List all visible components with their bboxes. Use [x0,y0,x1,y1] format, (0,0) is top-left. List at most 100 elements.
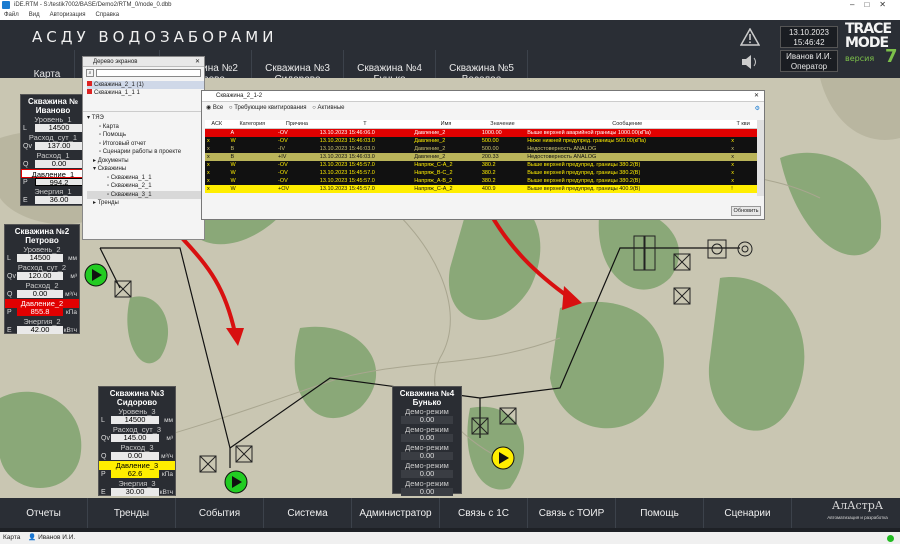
alarm-cell-tack: x [731,146,735,152]
filter-ack-radio[interactable]: ○ Требующие квитирования [229,105,307,111]
well-2-flow-value: 120.00 [17,272,63,280]
well-3-energy-value: 30.00 [111,488,159,496]
app-title: АСДУ ВОДОЗАБОРАМИ [32,28,278,46]
user-display[interactable]: Иванов И.И. Оператор [780,50,838,72]
tree-root[interactable]: ▾ ТЯЭ [87,114,204,123]
well-4-title: Скважина №4 [399,389,455,398]
link-toir-button[interactable]: Связь с ТОИР [528,498,616,528]
alarm-row[interactable]: x W -OV 13.10.2023 15:45:57.0 Напряж_С-А_2 38… [205,161,757,169]
alarm-cell-msg: Выше верхней аварийной границы 1000.00(к… [527,130,651,136]
refresh-button[interactable]: Обновить [731,206,761,216]
alarm-window-title: Скважина_2_1-2 [216,93,263,99]
settings-icon[interactable]: ⚙ [755,103,760,115]
tree-item[interactable]: Скважина_2_1 (1) [87,81,204,89]
alarm-cell-name: Напряж_А-В_2 [414,178,453,184]
status-user: Иванов И.И. [38,534,76,541]
alarm-row[interactable]: x B -IV 13.10.2023 15:46:03.0 Давление_2 500.… [205,145,757,153]
alarm-cell-t: 13.10.2023 15:45:57.0 [319,170,375,176]
alarm-window[interactable]: Скважина_2_1-2 ✕ ◉ Все ○ Требующие квити… [201,90,765,220]
alarm-cell-t: 13.10.2023 15:45:57.0 [319,186,375,192]
link-1c-button[interactable]: Связь с 1С [440,498,528,528]
tree-item[interactable]: ▫ Помощь [87,131,204,140]
well-1-location: Иваново [35,106,71,115]
tree-item[interactable]: ▫ Итоговый отчет [87,140,204,149]
well-4-value: 0.00 [401,434,453,442]
tree-search-input[interactable] [96,69,201,77]
well-1-level-value: 14500 [35,124,83,132]
well-2-panel[interactable]: Скважина №2 Петрово Уровень_2 L 14500 мм Р… [4,224,80,334]
alarm-row[interactable]: x W -OV 13.10.2023 15:45:57.0 Напряж_В-С_2 38… [205,169,757,177]
tree-item[interactable]: ▫ Скважина_1_1 [87,174,204,183]
alarm-cell-value: 500.00 [481,138,499,144]
alarm-cell-ack: x [207,178,210,184]
alarm-cell-cat: W [230,178,236,184]
well-2-energy-value: 42.00 [17,326,63,334]
alarm-cell-ack: x [207,146,210,152]
well-4-location: Бунько [412,398,442,407]
well-3-panel[interactable]: Скважина №3 Сидорово Уровень_3 L 14500 мм … [98,386,176,496]
alarm-cell-reason: -OV [278,178,288,184]
alarm-cell-tack: x [731,138,735,144]
tree-item[interactable]: ▫ Карта [87,123,204,132]
well-2-location: Петрово [25,236,59,245]
user-icon: 👤 [28,534,37,541]
tree-item[interactable]: ▫ Скважина_3_1 [87,190,204,199]
admin-button[interactable]: Администратор [352,498,440,528]
close-icon[interactable]: ✕ [754,91,759,102]
alarm-row[interactable]: x B +IV 13.10.2023 15:46:03.0 Давление_2 200.… [205,153,757,161]
tree-item[interactable]: ▸ Тренды [87,199,204,208]
well-4-panel[interactable]: Скважина №4 Бунько Демо-режим 0.00 Демо-… [392,386,462,496]
tree-window-title: Дерево экранов [93,59,138,65]
alarm-row[interactable]: x W -OV 13.10.2023 15:46:03.0 Давление_2 500.… [205,137,757,145]
reports-button[interactable]: Отчеты [0,498,88,528]
alarm-cell-name: Давление_2 [414,138,446,144]
alarm-table-header: АСК Категория Причина Т Имя Значение Соо… [205,120,757,129]
filter-all-radio[interactable]: ◉ Все [206,105,223,111]
help-button[interactable]: Помощь [616,498,704,528]
menu-auth[interactable]: Авторизация [50,10,86,20]
tree-window-titlebar[interactable]: Дерево экранов ✕ [83,57,204,67]
warning-icon[interactable] [739,27,761,49]
well-4-value: 0.00 [401,452,453,460]
close-icon[interactable]: ✕ [195,57,200,67]
well-1-pressure-value: 994.2 [35,178,83,187]
screen-tree-window[interactable]: Дерево экранов ✕ ⌕ Скважина_2_1 (1) Скваж… [82,56,205,240]
menu-view[interactable]: Вид [29,10,40,20]
alarm-cell-reason: -IV [278,146,286,152]
alarm-cell-msg: Выше верхней предупред. границы 380.2(В) [527,178,641,184]
system-button[interactable]: Система [264,498,352,528]
alarm-cell-tack: x [731,170,735,176]
alarm-cell-value: 200.33 [481,154,499,160]
search-icon[interactable]: ⌕ [86,69,94,77]
well-1-panel[interactable]: Скважина № Иваново Уровень_1 L 14500 Расх… [20,94,86,206]
filter-active-radio[interactable]: ○ Активные [312,105,344,111]
tree-item[interactable]: ▫ Скважина_2_1 [87,182,204,191]
alarm-cell-ack [205,129,229,138]
alarm-cell-value: 380.2 [481,178,496,184]
alarm-cell-msg: Выше верхней предупред. границы 380.2(В) [527,170,641,176]
scrollbar[interactable] [757,120,764,196]
menu-help[interactable]: Справка [96,10,120,20]
well-1-title: Скважина № [27,97,79,106]
alarm-cell-tack: x [731,154,735,160]
tree-item[interactable]: ▫ Сценарии работы в проекте [87,148,204,157]
alarm-cell-cat: W [230,186,236,192]
alarm-row[interactable]: x W +OV 13.10.2023 15:45:57.0 Напряж_С-А_2 40… [205,185,757,193]
speaker-icon[interactable] [740,54,760,73]
alarm-table: АСК Категория Причина Т Имя Значение Соо… [205,120,757,193]
tree-item[interactable]: ▸ Документы [87,157,204,166]
trends-button[interactable]: Тренды [88,498,176,528]
well-3-location: Сидорово [116,398,158,407]
tree-item[interactable]: Скважина_1_1 1 [87,89,204,97]
alarm-window-titlebar[interactable]: Скважина_2_1-2 ✕ [202,91,764,102]
alarm-cell-cat: A [230,130,235,136]
alarm-cell-t: 13.10.2023 15:45:57.0 [319,162,375,168]
alarm-row[interactable]: x W -OV 13.10.2023 15:45:57.0 Напряж_А-В_2 38… [205,177,757,185]
scenarios-button[interactable]: Сценарии [704,498,792,528]
events-button[interactable]: События [176,498,264,528]
alarm-cell-t: 13.10.2023 15:46:03.0 [319,138,375,144]
menu-file[interactable]: Файл [4,10,19,20]
alarm-row[interactable]: A -OV 13.10.2023 15:46:06.0 Давление_2 1000.… [205,128,757,138]
window-controls[interactable]: –□✕ [850,0,896,10]
tree-item[interactable]: ▾ Скважины [87,165,204,174]
